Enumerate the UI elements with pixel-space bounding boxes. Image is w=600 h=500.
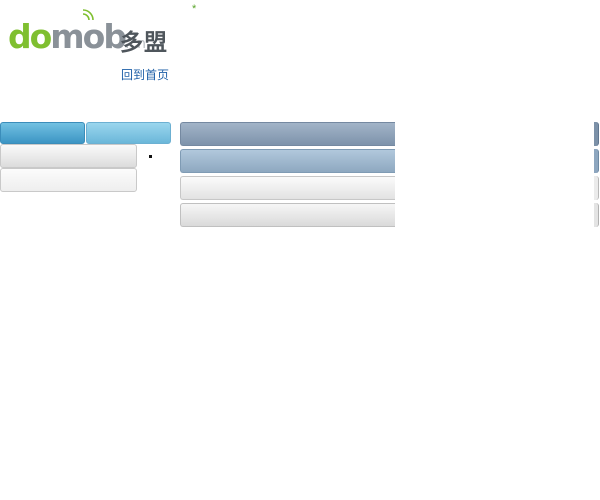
tab-first[interactable] xyxy=(0,122,85,144)
content-row-header-edge xyxy=(594,122,599,146)
home-link[interactable]: 回到首页 xyxy=(121,68,169,82)
sidebar-item-1[interactable] xyxy=(0,144,137,168)
content-row-1-edge xyxy=(594,176,599,200)
content-row-1[interactable] xyxy=(180,176,395,200)
logo-mob: mob xyxy=(50,17,127,56)
content-row-subheader[interactable] xyxy=(180,149,395,173)
tab-second[interactable] xyxy=(86,122,171,144)
content-row-2-edge xyxy=(594,203,599,227)
content-row-header[interactable] xyxy=(180,122,395,146)
domob-logo[interactable]: domob.cn 多盟 xyxy=(8,8,173,56)
content-row-2[interactable] xyxy=(180,203,395,227)
page: domob.cn 多盟 * 回到首页 xyxy=(0,0,600,500)
sidebar-item-2[interactable] xyxy=(0,168,137,192)
bullet-icon xyxy=(149,155,152,158)
wifi-signal-icon xyxy=(82,9,94,21)
required-asterisk: * xyxy=(192,3,197,15)
content-row-subheader-edge xyxy=(594,149,599,173)
logo-do: do xyxy=(8,17,52,56)
logo-chinese-name: 多盟 xyxy=(120,30,168,56)
